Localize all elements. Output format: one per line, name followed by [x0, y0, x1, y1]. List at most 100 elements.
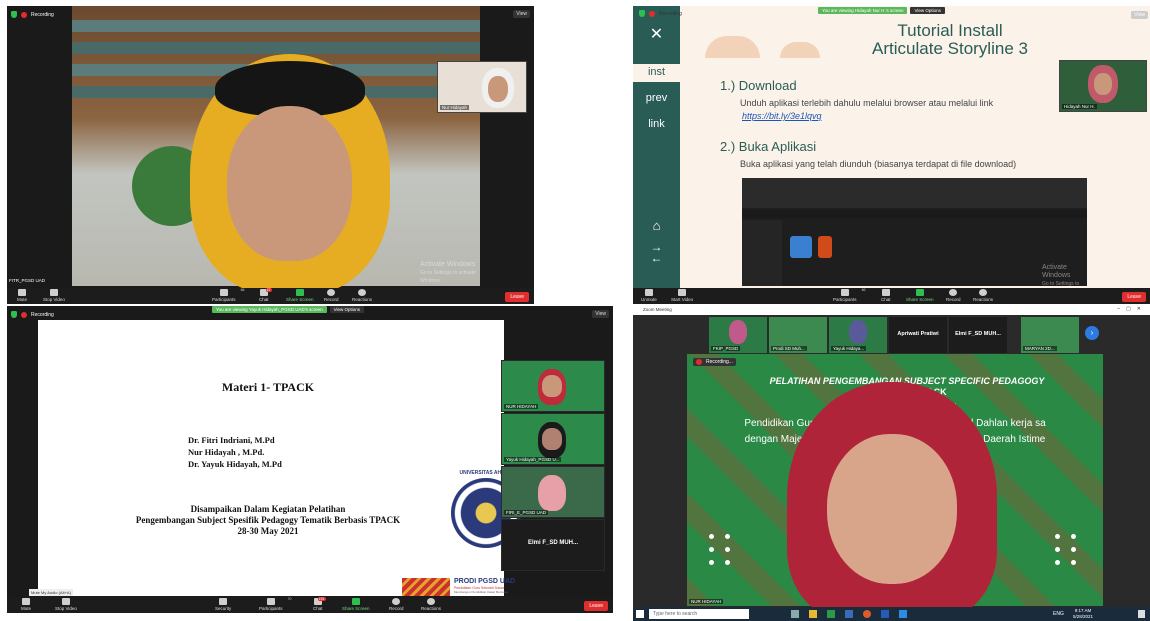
mute-button[interactable]: Mute — [17, 289, 27, 302]
strip-tile-1[interactable]: FKIP_PGSD — [709, 317, 767, 353]
stop-video-button[interactable]: Stop Video — [43, 289, 65, 302]
window-controls[interactable]: –▢✕ — [1117, 306, 1147, 312]
next-page-button[interactable]: › — [1085, 326, 1099, 340]
zoom-window-speaker-view: Recording View Activate Windows Go to Se… — [7, 6, 534, 304]
word-icon[interactable] — [881, 610, 889, 618]
strip-tile-6[interactable]: MARYAN 2D... — [1021, 317, 1079, 353]
participant-tile-3[interactable]: FIRI_E_PGSD UAD — [501, 466, 605, 518]
view-button[interactable]: View — [1131, 11, 1148, 19]
camera-icon — [61, 598, 70, 605]
self-tile-name: Nur Hidayah — [440, 105, 470, 110]
strip-tile-2[interactable]: Prodi SD Muh... — [769, 317, 827, 353]
language-indicator[interactable]: ENG — [1053, 611, 1064, 617]
reaction-smiley-icon — [979, 289, 987, 296]
slide-title: Materi 1- TPACK — [221, 380, 315, 394]
microphone-icon — [18, 289, 26, 296]
file-explorer-screenshot: Activate Windows Go to Settings to activ… — [742, 178, 1087, 295]
start-video-button[interactable]: Start Video — [671, 289, 693, 302]
prodi-pgsd-brand: PRODI PGSD UAD Pendidikan Guru Sekolah D… — [402, 578, 515, 596]
app-icon[interactable] — [827, 610, 835, 618]
shared-slide: Materi 1- TPACK Dr. Fitri Indriani, M.Pd… — [38, 320, 521, 596]
share-screen-button[interactable]: Share Screen — [342, 598, 370, 611]
mute-button[interactable]: Mute — [21, 598, 31, 611]
microphone-muted-icon — [644, 289, 653, 296]
share-screen-icon — [351, 598, 360, 605]
store-icon[interactable] — [845, 610, 853, 618]
zoom-icon[interactable] — [899, 610, 907, 618]
chat-button[interactable]: Chat 12 — [259, 288, 272, 302]
share-screen-button[interactable]: Share Screen — [906, 289, 934, 302]
participants-button[interactable]: Participants 66 — [833, 288, 866, 302]
reactions-button[interactable]: Reactions — [973, 289, 993, 302]
chat-button[interactable]: Chat 151 — [313, 597, 326, 611]
strip-tile-3[interactable]: Yayuk Hidaya... — [829, 317, 887, 353]
taskbar-search-input[interactable]: Type here to search — [649, 609, 749, 619]
close-icon[interactable]: ✕ — [633, 24, 680, 44]
navigate-arrows-icon[interactable]: → ← — [633, 241, 680, 264]
speaker-name-label: FITR_PGSD UAD — [9, 278, 46, 283]
nav-item-prev[interactable]: prev — [633, 92, 680, 104]
record-button[interactable]: Record — [389, 598, 404, 611]
stop-video-button[interactable]: Stop Video — [55, 598, 77, 611]
reactions-button[interactable]: Reactions — [352, 289, 372, 302]
step2-text: Buka aplikasi yang telah diunduh (biasan… — [740, 159, 1017, 169]
screen-share-banner: You are viewing Yayuk Hidayah_PGSD UAD's… — [212, 306, 365, 313]
step1-heading: 1.) Download — [720, 78, 797, 93]
security-button[interactable]: Security — [215, 598, 231, 611]
record-icon — [327, 289, 336, 296]
participants-button[interactable]: Participants 66 — [212, 288, 245, 302]
download-link[interactable]: https://bit.ly/3e1lqvq — [742, 111, 822, 121]
screen-share-banner: You are viewing Hidayah Nur H.'s screen … — [818, 7, 945, 14]
task-view-icon[interactable] — [791, 610, 799, 618]
office-installer-icon — [818, 236, 832, 258]
record-button[interactable]: Record — [946, 289, 961, 302]
storyline-installer-icon — [790, 236, 812, 258]
participants-icon — [219, 289, 228, 296]
record-button[interactable]: Record — [324, 289, 339, 302]
strip-tile-5[interactable]: Elmi F_SD MUH... — [949, 317, 1007, 353]
window-titlebar: Zoom Meeting –▢✕ — [633, 306, 1150, 315]
share-screen-button[interactable]: Share Screen — [286, 289, 314, 302]
nav-item-inst[interactable]: inst — [633, 66, 680, 78]
home-icon[interactable]: ⌂ — [633, 218, 680, 233]
chrome-icon[interactable] — [863, 610, 871, 618]
recording-indicator: Recording — [11, 11, 54, 18]
recording-indicator: Recording — [11, 311, 54, 318]
microphone-icon — [22, 598, 30, 605]
view-button[interactable]: View — [513, 10, 530, 18]
windows-start-icon[interactable] — [636, 610, 644, 618]
nav-item-link[interactable]: link — [633, 118, 680, 130]
recording-dot-icon — [696, 359, 702, 365]
presenter-thumbnail[interactable]: Hidayah Nur H. — [1059, 60, 1147, 112]
view-options-button[interactable]: View Options — [910, 7, 945, 14]
speaker-video: Activate Windows Go to Settings to activ… — [72, 6, 480, 294]
strip-tile-4[interactable]: Apriwati Pratiwi — [889, 317, 947, 353]
meeting-toolbar: Mute Stop Video Security Participants 70 … — [7, 597, 613, 613]
activate-windows-watermark: Activate Windows Go to Settings to activ… — [420, 261, 476, 284]
mute-tooltip: Mute My Audio (Alt+A) — [29, 589, 73, 596]
participants-button[interactable]: Participants 70 — [259, 597, 292, 611]
participant-tile-1[interactable]: NUR HIDAYAH — [501, 360, 605, 412]
security-shield-icon — [11, 11, 17, 18]
step1-text: Unduh aplikasi terlebih dahulu melalui b… — [740, 98, 994, 108]
view-options-button[interactable]: View Options — [329, 306, 365, 313]
view-button[interactable]: View — [592, 310, 609, 318]
leave-button[interactable]: Leave — [1122, 292, 1146, 302]
taskbar-clock[interactable]: 9:17 AM 5/28/2021 — [1073, 608, 1093, 620]
notification-icon[interactable] — [1138, 610, 1145, 618]
chat-button[interactable]: Chat — [881, 289, 891, 302]
slide-nav-sidebar: ✕ inst prev link ⌂ → ← — [633, 6, 680, 288]
reaction-smiley-icon — [358, 289, 366, 296]
participant-tile-2[interactable]: Yayuk Hidayah_PGSD U... — [501, 413, 605, 465]
participant-name-tile[interactable]: Elmi F_SD MUH... — [501, 519, 605, 571]
unmute-button[interactable]: Unmute — [641, 289, 657, 302]
share-screen-icon — [915, 289, 924, 296]
leave-button[interactable]: Leave — [584, 601, 608, 611]
leave-button[interactable]: Leave — [505, 292, 529, 302]
file-explorer-icon[interactable] — [809, 610, 817, 618]
author-list: Dr. Fitri Indriani, M.Pd Nur Hidayah , M… — [188, 435, 282, 469]
speaker-face — [827, 434, 957, 584]
share-screen-icon — [295, 289, 304, 296]
self-video-tile[interactable]: Nur Hidayah — [437, 61, 527, 113]
reactions-button[interactable]: Reactions — [421, 598, 441, 611]
